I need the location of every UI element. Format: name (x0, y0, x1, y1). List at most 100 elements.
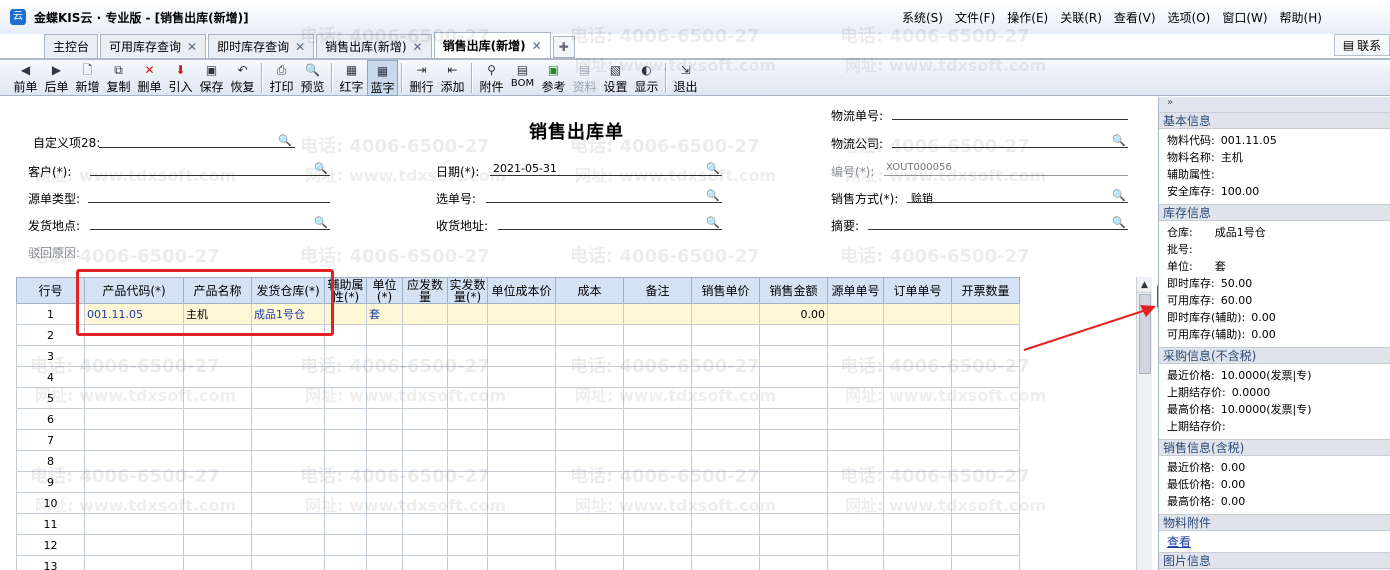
grid-cell[interactable] (691, 534, 760, 556)
grid-cell[interactable] (366, 366, 403, 388)
grid-cell[interactable] (759, 471, 828, 493)
table-row[interactable]: 7 (16, 429, 1020, 451)
basic-info-header[interactable]: 基本信息 (1159, 112, 1390, 129)
display-button[interactable]: ◐ 显示 (631, 60, 662, 96)
grid-cell[interactable] (883, 471, 952, 493)
grid-cell[interactable] (251, 345, 325, 367)
grid-cell[interactable] (555, 534, 624, 556)
grid-cell[interactable] (447, 366, 488, 388)
grid-cell[interactable] (555, 555, 624, 570)
grid-cell[interactable] (623, 408, 692, 430)
grid-cell[interactable] (759, 408, 828, 430)
grid-cell[interactable] (447, 345, 488, 367)
grid-cell[interactable] (691, 366, 760, 388)
grid-cell[interactable] (447, 324, 488, 346)
logistics-co-field[interactable] (892, 147, 1128, 148)
sale-method-value[interactable]: 赊销 (911, 190, 933, 206)
cost-cell[interactable] (555, 303, 624, 325)
grid-cell[interactable] (402, 387, 448, 409)
grid-cell[interactable] (402, 492, 448, 514)
grid-cell[interactable] (366, 471, 403, 493)
add-tab-icon[interactable]: ✚ (552, 36, 575, 58)
grid-cell[interactable] (827, 555, 884, 570)
grid-cell[interactable] (447, 387, 488, 409)
restore-button[interactable]: ↶ 恢复 (227, 60, 258, 96)
grid-cell[interactable] (487, 450, 556, 472)
purchase-info-header[interactable]: 采购信息(不含税) (1159, 347, 1390, 364)
col-header[interactable]: 源单单号 (827, 277, 884, 304)
grid-cell[interactable] (366, 324, 403, 346)
tab-instant-stock[interactable]: 即时库存查询 ✕ (208, 34, 315, 58)
lookup-icon[interactable]: 🔍 (1112, 189, 1126, 202)
grid-cell[interactable] (487, 345, 556, 367)
grid-cell[interactable] (324, 534, 367, 556)
bom-button[interactable]: ▤ BOM (507, 60, 538, 96)
source-type-field[interactable] (88, 202, 330, 203)
grid-cell[interactable] (555, 429, 624, 451)
col-header[interactable]: 销售金额 (759, 277, 828, 304)
unit-cost-cell[interactable] (487, 303, 556, 325)
grid-cell[interactable] (623, 387, 692, 409)
grid-cell[interactable] (447, 450, 488, 472)
grid-cell[interactable] (691, 324, 760, 346)
grid-cell[interactable] (827, 534, 884, 556)
picture-info-header[interactable]: 图片信息 (1159, 552, 1390, 569)
grid-cell[interactable] (447, 492, 488, 514)
grid-cell[interactable] (251, 429, 325, 451)
grid-cell[interactable] (951, 366, 1020, 388)
grid-cell[interactable] (84, 450, 184, 472)
grid-cell[interactable] (183, 555, 252, 570)
grid-cell[interactable] (402, 408, 448, 430)
table-row[interactable]: 11 (16, 513, 1020, 535)
blue-entry-button[interactable]: ▦ 蓝字 (367, 60, 398, 96)
reference-button[interactable]: ▣ 参考 (538, 60, 569, 96)
grid-cell[interactable] (84, 492, 184, 514)
grid-cell[interactable] (402, 534, 448, 556)
grid-cell[interactable] (827, 492, 884, 514)
grid-cell[interactable] (402, 555, 448, 570)
grid-cell[interactable] (623, 471, 692, 493)
grid-cell[interactable] (555, 345, 624, 367)
delete-doc-button[interactable]: ✕ 删单 (134, 60, 165, 96)
col-header[interactable]: 订单单号 (883, 277, 952, 304)
grid-cell[interactable] (951, 450, 1020, 472)
grid-cell[interactable] (366, 513, 403, 535)
menu-system[interactable]: 系统(S) (902, 9, 943, 26)
grid-cell[interactable] (883, 492, 952, 514)
grid-cell[interactable] (324, 555, 367, 570)
col-header[interactable]: 实发数量(*) (447, 277, 488, 304)
grid-cell[interactable] (324, 492, 367, 514)
grid-cell[interactable] (84, 387, 184, 409)
import-button[interactable]: ⬇ 引入 (165, 60, 196, 96)
view-attachment-link[interactable]: 查看 (1167, 535, 1191, 549)
scroll-up-icon[interactable]: ▲ (1137, 277, 1152, 293)
grid-cell[interactable] (759, 324, 828, 346)
grid-cell[interactable] (555, 450, 624, 472)
save-button[interactable]: ▣ 保存 (196, 60, 227, 96)
attachment-header[interactable]: 物料附件 (1159, 514, 1390, 531)
tab-sales-outbound-1[interactable]: 销售出库(新增) ✕ (316, 34, 432, 58)
grid-cell[interactable] (759, 366, 828, 388)
grid-cell[interactable] (555, 408, 624, 430)
prev-doc-button[interactable]: ◀ 前单 (10, 60, 41, 96)
grid-cell[interactable] (691, 429, 760, 451)
grid-cell[interactable] (251, 555, 325, 570)
table-row[interactable]: 13 (16, 555, 1020, 570)
grid-cell[interactable] (251, 534, 325, 556)
grid-cell[interactable] (691, 387, 760, 409)
tab-available-stock[interactable]: 可用库存查询 ✕ (100, 34, 207, 58)
grid-cell[interactable] (487, 471, 556, 493)
grid-cell[interactable] (623, 534, 692, 556)
table-row[interactable]: 12 (16, 534, 1020, 556)
grid-cell[interactable] (84, 429, 184, 451)
red-entry-button[interactable]: ▦ 红字 (336, 60, 367, 96)
grid-cell[interactable] (402, 324, 448, 346)
grid-cell[interactable] (759, 345, 828, 367)
col-header[interactable]: 应发数量 (402, 277, 448, 304)
menu-file[interactable]: 文件(F) (955, 9, 995, 26)
next-doc-button[interactable]: ▶ 后单 (41, 60, 72, 96)
lookup-icon[interactable]: 🔍 (1112, 134, 1126, 147)
close-icon[interactable]: ✕ (295, 40, 305, 54)
grid-cell[interactable] (487, 324, 556, 346)
grid-cell[interactable] (759, 387, 828, 409)
